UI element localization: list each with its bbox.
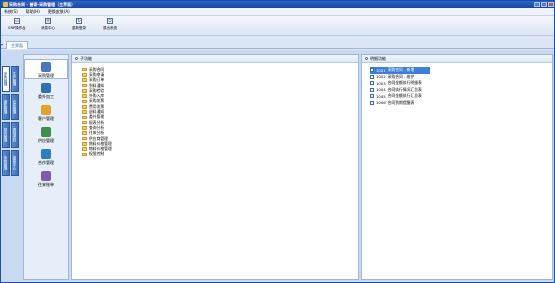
tab-strip: ▾ 主界面 <box>1 37 554 49</box>
folder-icon <box>82 115 87 120</box>
folder-label: 权限控制 <box>89 151 105 157</box>
toolbar-exit-button[interactable]: ⏻ 退出系统 <box>97 16 123 35</box>
module-tab-production[interactable]: 生产管理 <box>11 66 19 92</box>
report-code: 1002 <box>376 74 386 80</box>
report-label: 合同金额执行明细表 <box>387 80 422 86</box>
purchase-icon <box>41 62 51 72</box>
detail-function-header: 明细功能 <box>362 55 552 63</box>
folder-icon <box>82 94 87 98</box>
nav-item-customer[interactable]: 客户管理 <box>24 103 68 123</box>
report-item[interactable]: 1005 合同金额执行汇总表 <box>370 93 430 100</box>
module-tab-basic[interactable]: 基础资料 <box>11 122 19 148</box>
sub-module-nav: 采购管理 委外加工 客户管理 供应管理 合作管理 往来账单 <box>23 54 69 280</box>
report-icon <box>370 68 374 73</box>
report-code: 1004 <box>376 87 386 93</box>
report-list: 1001 采购合同 - 新增 1002 采购合同 - 维护 1003 合同金额执行明细表 1… <box>370 67 430 106</box>
tab-main[interactable]: 主界面 <box>6 41 28 49</box>
menu-skin[interactable]: 更换皮肤(A) <box>48 9 70 15</box>
folder-icon <box>82 78 87 83</box>
report-icon <box>370 87 374 92</box>
module-tab-report[interactable]: 报表中心 <box>11 150 19 176</box>
main-area: 采购管理 生产管理 销售管理 仓库管理 财务管理 基础资料 系统管理 报表中心 … <box>1 50 554 282</box>
folder-icon <box>82 147 87 151</box>
folder-icon <box>82 67 87 72</box>
relogin-icon: ↻ <box>76 18 82 24</box>
minimize-button[interactable] <box>534 2 540 7</box>
nav-item-bill[interactable]: 往来账单 <box>24 169 68 189</box>
folder-icon <box>82 136 87 141</box>
report-icon <box>370 74 374 79</box>
window-title: 采购合同 - 普奇-采购管理（主界面） <box>9 2 76 7</box>
detail-function-panel: 明细功能 1001 采购合同 - 新增 1002 采购合同 - 维护 1003 合同金额执… <box>361 54 553 280</box>
report-code: 1005 <box>376 93 386 99</box>
panel-header-icon <box>365 57 368 60</box>
folder-icon <box>82 104 87 109</box>
toolbar-desktop-button[interactable]: ▭ ERP操作台 <box>4 16 30 35</box>
folder-icon <box>82 89 87 93</box>
folder-icon <box>82 126 87 130</box>
toolbar-relogin-button[interactable]: ↻ 重新登录 <box>66 16 92 35</box>
folder-icon <box>82 120 87 125</box>
folder-icon <box>82 99 87 104</box>
bill-icon <box>41 171 51 181</box>
window-controls <box>534 2 554 7</box>
report-item[interactable]: 1003 合同金额执行明细表 <box>370 80 430 87</box>
report-label: 采购合同 - 维护 <box>387 73 415 79</box>
sub-function-header: 子功能 <box>72 55 358 63</box>
title-bar: 采购合同 - 普奇-采购管理（主界面） <box>1 1 554 8</box>
report-item[interactable]: 1004 合同执行情况汇总表 <box>370 87 430 94</box>
exit-icon: ⏻ <box>107 18 113 24</box>
supplier-icon <box>41 127 51 137</box>
chevron-down-icon[interactable]: ▾ <box>1 42 3 47</box>
report-code: 1006 <box>376 100 386 106</box>
module-tab-system[interactable]: 系统管理 <box>2 150 10 176</box>
folder-icon <box>82 131 87 135</box>
report-label: 合同执行情况汇总表 <box>387 86 422 92</box>
report-code: 1003 <box>376 80 386 86</box>
report-label: 合同金额执行汇总表 <box>387 93 422 99</box>
app-window: 采购合同 - 普奇-采购管理（主界面） 系统(S) 帮助(H) 更换皮肤(A) … <box>0 0 555 283</box>
report-label: 采购合同 - 新增 <box>387 67 415 73</box>
app-logo-icon <box>3 2 8 7</box>
customer-icon <box>41 105 51 115</box>
menu-help[interactable]: 帮助(H) <box>26 9 40 15</box>
panel-header-icon <box>75 57 78 60</box>
folder-icon <box>82 152 87 157</box>
report-icon <box>370 100 374 105</box>
module-tabs: 采购管理 生产管理 销售管理 仓库管理 财务管理 基础资料 系统管理 报表中心 <box>2 54 22 280</box>
nav-item-supplier[interactable]: 供应管理 <box>24 125 68 145</box>
folder-icon <box>82 83 87 88</box>
module-tab-warehouse[interactable]: 仓库管理 <box>11 94 19 120</box>
menu-system[interactable]: 系统(S) <box>4 9 18 15</box>
module-tab-sales[interactable]: 销售管理 <box>2 94 10 120</box>
folder-icon <box>82 110 87 114</box>
maximize-button[interactable] <box>541 2 547 7</box>
message-icon: ✉ <box>45 18 51 24</box>
report-icon <box>370 81 374 86</box>
nav-item-outsource[interactable]: 委外加工 <box>24 81 68 101</box>
report-icon <box>370 94 374 99</box>
folder-list: 采购合同 采购申请 采购订单 到料通知 采购检验 外购入库 采购发票 费用发票 退料通知 委外管理… <box>82 67 112 157</box>
report-item[interactable]: 1006 合同到期提醒表 <box>370 100 430 107</box>
desktop-icon: ▭ <box>14 18 20 24</box>
report-label: 合同到期提醒表 <box>387 99 415 105</box>
close-button[interactable] <box>548 2 554 7</box>
menu-bar: 系统(S) 帮助(H) 更换皮肤(A) <box>1 8 554 16</box>
partner-icon <box>41 149 51 159</box>
outsource-icon <box>41 83 51 93</box>
toolbar: ▭ ERP操作台 ✉ 消息中心 ↻ 重新登录 ⏻ 退出系统 <box>1 16 554 36</box>
report-code: 1001 <box>376 67 386 73</box>
module-tab-finance[interactable]: 财务管理 <box>2 122 10 148</box>
module-tab-purchase[interactable]: 采购管理 <box>2 66 10 92</box>
folder-icon <box>82 73 87 77</box>
nav-item-purchase[interactable]: 采购管理 <box>24 59 68 79</box>
folder-item[interactable]: 权限控制 <box>82 151 112 157</box>
folder-icon <box>82 142 87 146</box>
toolbar-message-button[interactable]: ✉ 消息中心 <box>35 16 61 35</box>
nav-item-partner[interactable]: 合作管理 <box>24 147 68 167</box>
sub-function-panel: 子功能 采购合同 采购申请 采购订单 到料通知 采购检验 外购入库 采购发票 费用发票 退料通知… <box>71 54 359 280</box>
